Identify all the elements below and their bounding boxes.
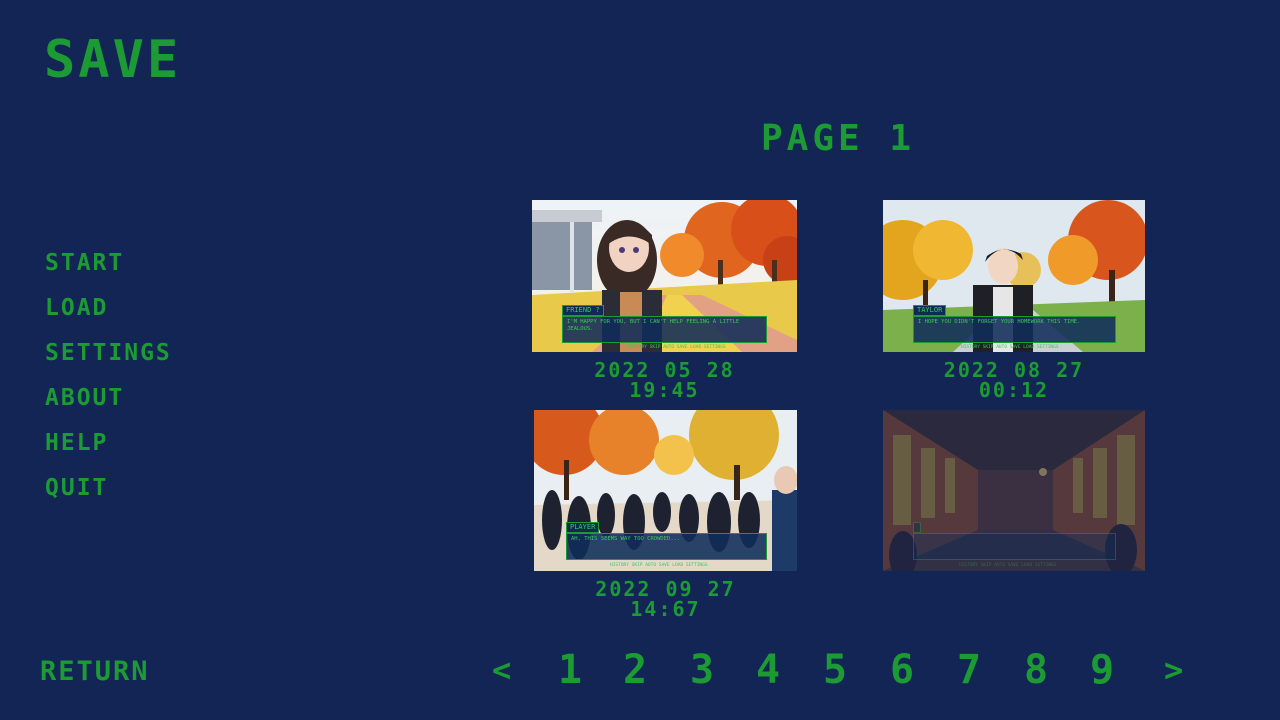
slot-dialogue-text	[913, 533, 1116, 560]
save-slot-3[interactable]: PLAYER AH, THIS SEEMS WAY TOO CROWDED...…	[534, 410, 797, 619]
slot-time: 00:12	[978, 378, 1050, 402]
slot-speaker-name	[913, 522, 921, 533]
slot-speaker-name: PLAYER	[566, 522, 600, 533]
menu-item-load[interactable]: LOAD	[45, 291, 172, 336]
screen-title: SAVE	[44, 30, 182, 90]
save-slot-thumbnail: FRIEND ? I'M HAPPY FOR YOU, BUT I CAN'T …	[532, 200, 797, 352]
save-slot-1[interactable]: FRIEND ? I'M HAPPY FOR YOU, BUT I CAN'T …	[532, 200, 797, 400]
slot-date: 2022 09 27	[595, 577, 736, 601]
save-slot-thumbnail: TAYLOR I HOPE YOU DIDN'T FORGET YOUR HOM…	[883, 200, 1145, 352]
slot-date: 2022 08 27	[943, 358, 1085, 382]
next-page-button[interactable]: >	[1164, 646, 1183, 694]
page-button-2[interactable]: 2	[623, 646, 647, 694]
save-slot-4[interactable]: HISTORY SKIP AUTO SAVE LOAD SETTINGS	[883, 410, 1145, 579]
slot-quick-menu: HISTORY SKIP AUTO SAVE LOAD SETTINGS	[610, 563, 708, 568]
save-screen: SAVE START LOAD SETTINGS ABOUT HELP QUIT…	[0, 0, 1280, 720]
slot-quick-menu: HISTORY SKIP AUTO SAVE LOAD SETTINGS	[961, 345, 1059, 350]
menu-item-help[interactable]: HELP	[45, 426, 172, 471]
slot-date: 2022 05 28	[594, 358, 735, 382]
page-button-5[interactable]: 5	[823, 646, 847, 694]
page-button-9[interactable]: 9	[1090, 646, 1114, 694]
page-button-4[interactable]: 4	[756, 646, 780, 694]
slot-dialogue-text: I'M HAPPY FOR YOU, BUT I CAN'T HELP FEEL…	[562, 316, 767, 343]
slot-dialogue-text: AH, THIS SEEMS WAY TOO CROWDED...	[566, 533, 767, 560]
slot-speaker-name: FRIEND ?	[562, 305, 604, 316]
menu-item-quit[interactable]: QUIT	[45, 471, 172, 516]
save-slot-2[interactable]: TAYLOR I HOPE YOU DIDN'T FORGET YOUR HOM…	[883, 200, 1145, 400]
save-slot-thumbnail: PLAYER AH, THIS SEEMS WAY TOO CROWDED...…	[534, 410, 797, 571]
previous-page-button[interactable]: <	[492, 646, 511, 694]
main-menu: START LOAD SETTINGS ABOUT HELP QUIT	[45, 246, 172, 516]
page-button-3[interactable]: 3	[690, 646, 714, 694]
slot-time: 19:45	[629, 378, 700, 402]
slot-speaker-name: TAYLOR	[913, 305, 947, 316]
slot-quick-menu: HISTORY SKIP AUTO SAVE LOAD SETTINGS	[959, 563, 1057, 568]
menu-item-settings[interactable]: SETTINGS	[45, 336, 172, 381]
page-button-7[interactable]: 7	[957, 646, 981, 694]
page-button-1[interactable]: 1	[558, 646, 582, 694]
slot-dialogue-text: I HOPE YOU DIDN'T FORGET YOUR HOMEWORK T…	[913, 316, 1116, 343]
page-button-6[interactable]: 6	[890, 646, 914, 694]
save-slot-thumbnail: HISTORY SKIP AUTO SAVE LOAD SETTINGS	[883, 410, 1145, 571]
return-button[interactable]: RETURN	[40, 656, 150, 687]
slot-time: 14:67	[630, 597, 701, 621]
slot-quick-menu: HISTORY SKIP AUTO SAVE LOAD SETTINGS	[628, 345, 726, 350]
menu-item-start[interactable]: START	[45, 246, 172, 291]
menu-item-about[interactable]: ABOUT	[45, 381, 172, 426]
page-title: PAGE 1	[760, 118, 916, 159]
page-button-8[interactable]: 8	[1024, 646, 1048, 694]
